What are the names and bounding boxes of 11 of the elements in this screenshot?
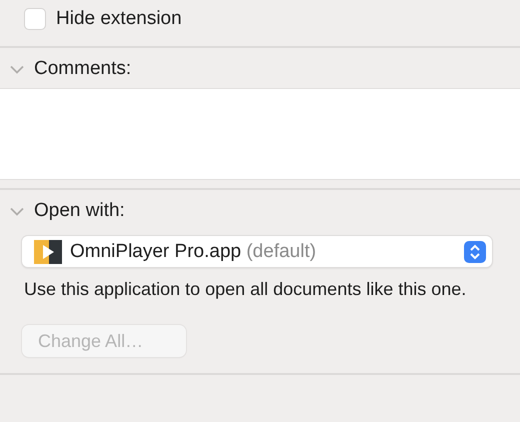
chevron-icon[interactable] bbox=[10, 206, 24, 216]
app-icon bbox=[34, 240, 62, 264]
chevron-icon[interactable] bbox=[10, 64, 24, 74]
section-title: Open with: bbox=[34, 200, 125, 222]
description-text: Use this application to open all documents like this one. bbox=[24, 278, 468, 301]
app-popup[interactable]: OmniPlayer Pro.app (default) bbox=[22, 236, 492, 267]
checkbox-label: Hide extension bbox=[56, 8, 182, 30]
section-title: Comments: bbox=[34, 58, 132, 80]
stepper-icon bbox=[464, 240, 486, 262]
checkbox[interactable] bbox=[24, 8, 46, 30]
comments-field[interactable] bbox=[0, 88, 520, 180]
